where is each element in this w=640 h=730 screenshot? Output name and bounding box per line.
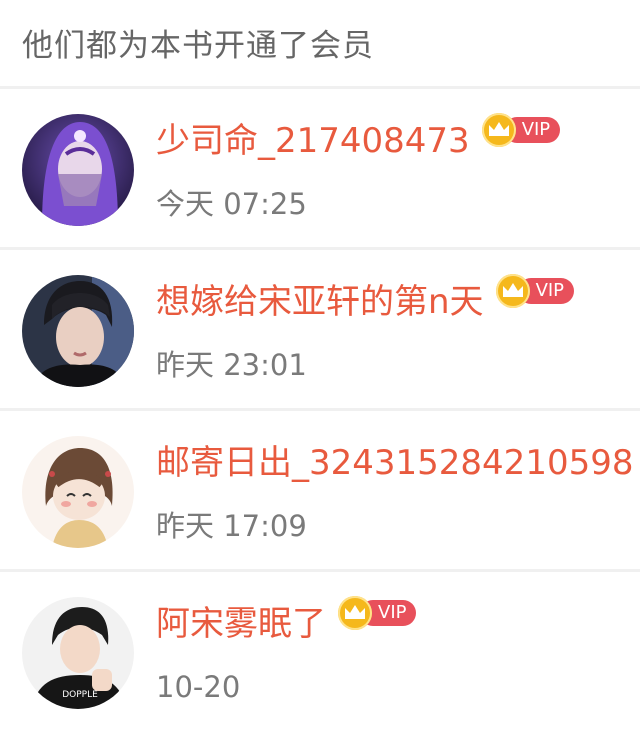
list-item[interactable]: DOPPLE 阿宋雾眠了 VIP 10-20	[0, 572, 640, 730]
crown-icon	[495, 274, 530, 308]
list-item[interactable]: 想嫁给宋亚轩的第n天 VIP 昨天 23:01	[0, 250, 640, 408]
vip-badge: VIP	[338, 596, 417, 630]
timestamp: 昨天 17:09	[156, 509, 307, 543]
timestamp: 昨天 23:01	[156, 348, 307, 382]
timestamp: 今天 07:25	[156, 187, 307, 221]
crown-icon	[338, 596, 372, 630]
avatar[interactable]	[22, 275, 134, 387]
timestamp: 10-20	[156, 670, 241, 704]
avatar[interactable]	[22, 114, 134, 226]
svg-text:DOPPLE: DOPPLE	[62, 690, 98, 700]
avatar[interactable]	[22, 436, 134, 548]
crown-icon	[481, 113, 516, 147]
member-name[interactable]: 想嫁给宋亚轩的第n天	[156, 280, 484, 324]
list-item[interactable]: 少司命_217408473 VIP 今天 07:25	[0, 89, 640, 247]
vip-badge: VIP	[495, 274, 575, 308]
member-name[interactable]: 少司命_217408473	[156, 119, 470, 163]
page-title: 他们都为本书开通了会员	[22, 28, 374, 64]
member-name[interactable]: 邮寄日出_324315284210598	[156, 441, 633, 485]
list-item[interactable]: 邮寄日出_324315284210598 VIP 昨天 17:09	[0, 411, 640, 569]
member-name[interactable]: 阿宋雾眠了	[156, 602, 326, 646]
vip-badge: VIP	[481, 113, 561, 147]
avatar[interactable]: DOPPLE	[22, 597, 134, 709]
